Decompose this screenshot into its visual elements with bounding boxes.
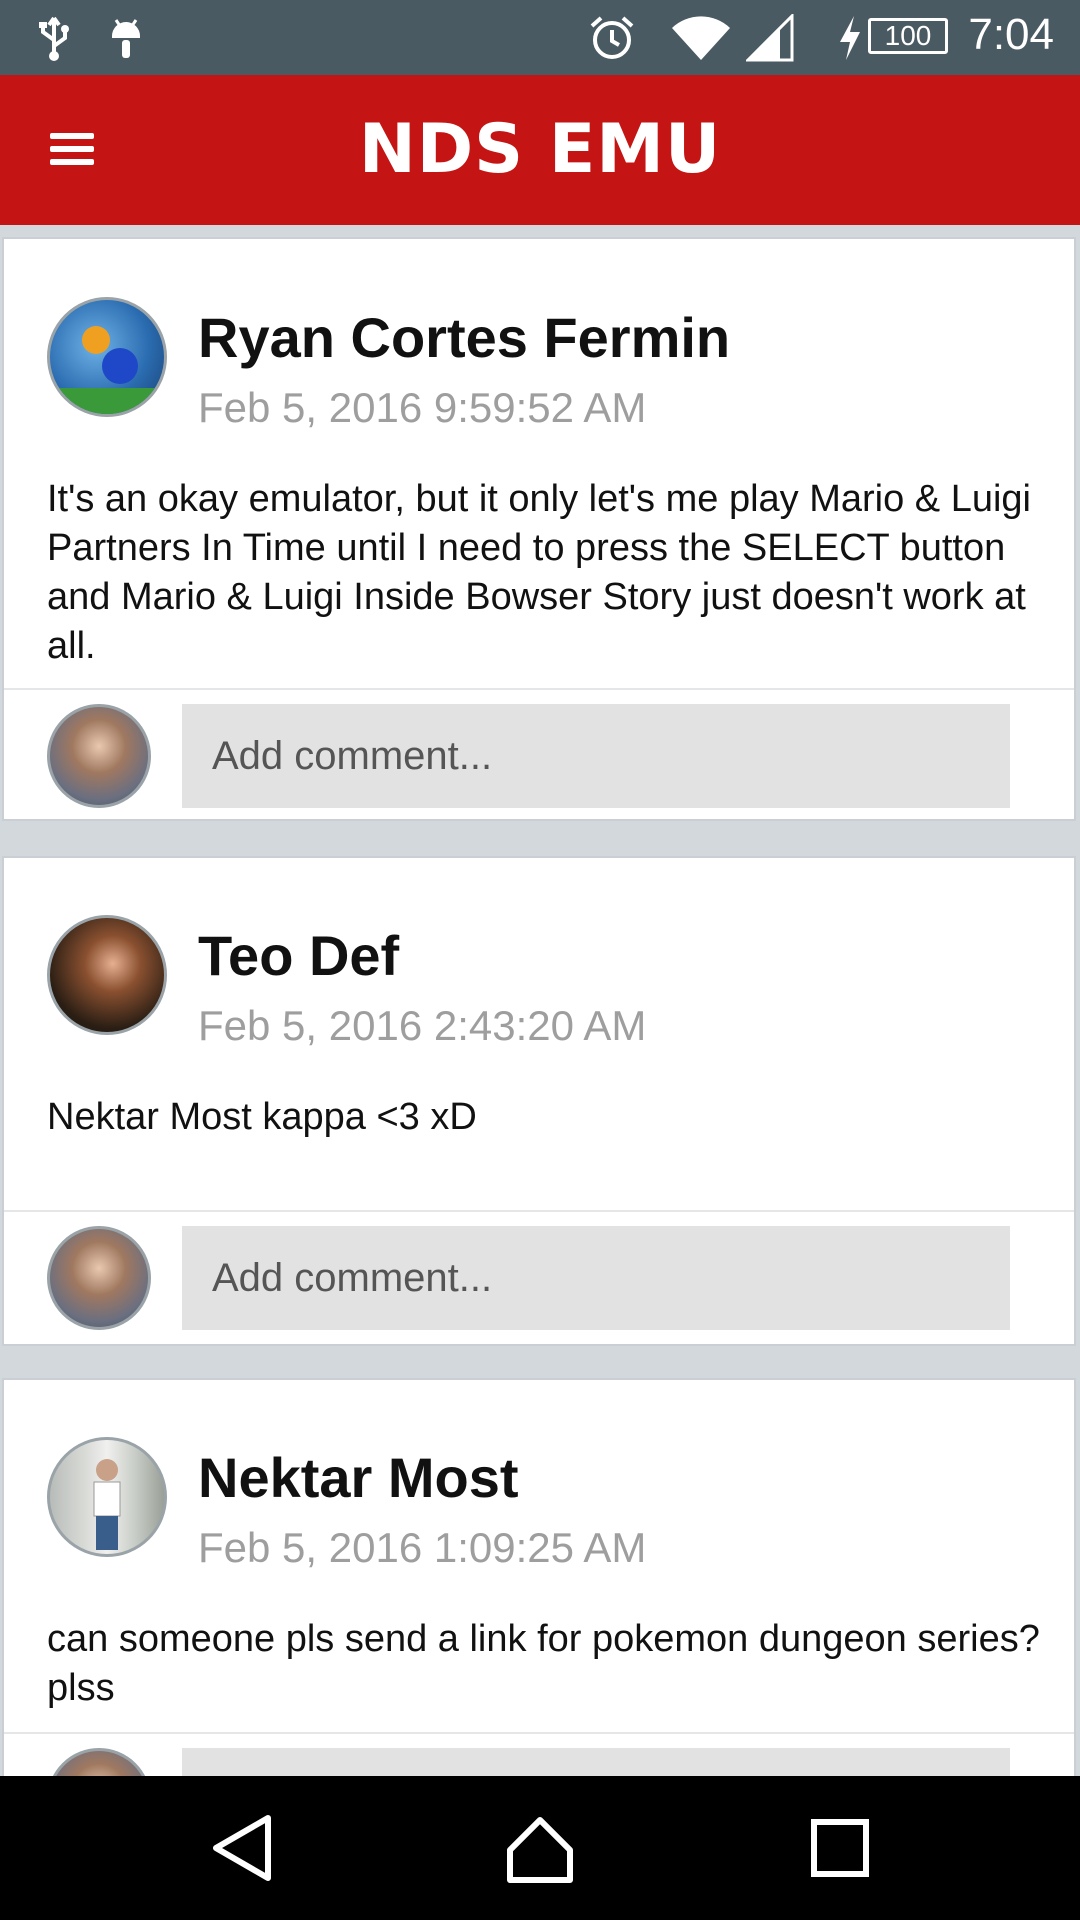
user-avatar	[47, 704, 151, 808]
avatar[interactable]	[47, 915, 167, 1035]
review-card: Teo Def Feb 5, 2016 2:43:20 AM Nektar Mo…	[2, 856, 1076, 1346]
navigation-bar	[0, 1776, 1080, 1920]
android-icon	[112, 19, 140, 58]
usb-icon	[39, 16, 69, 61]
review-text: It's an okay emulator, but it only let's…	[47, 478, 1031, 667]
review-text: Nektar Most kappa <3 xD	[47, 1096, 477, 1138]
app-title: NDS EMU	[358, 110, 722, 189]
review-card: Ryan Cortes Fermin Feb 5, 2016 9:59:52 A…	[2, 237, 1076, 821]
battery-icon: 100	[868, 18, 948, 54]
comment-row: Add comment...	[4, 688, 1074, 821]
back-icon[interactable]	[202, 1808, 282, 1888]
review-date: Feb 5, 2016 1:09:25 AM	[198, 1524, 647, 1571]
review-date: Feb 5, 2016 2:43:20 AM	[198, 1002, 647, 1049]
review-author: Teo Def	[198, 924, 400, 987]
app-bar: NDS EMU	[0, 75, 1080, 225]
alarm-icon	[590, 16, 634, 59]
review-date: Feb 5, 2016 9:59:52 AM	[198, 384, 647, 431]
add-comment-input[interactable]: Add comment...	[182, 704, 1010, 808]
screen: 100 7:04 NDS EMU Ryan Cortes Fermin Feb …	[0, 0, 1080, 1920]
user-avatar	[47, 1226, 151, 1330]
avatar[interactable]	[47, 1437, 167, 1557]
review-author: Ryan Cortes Fermin	[198, 306, 731, 369]
status-bar: 100 7:04	[0, 0, 1080, 75]
avatar-image	[93, 1459, 121, 1550]
clock: 7:04	[968, 10, 1054, 59]
review-author: Nektar Most	[198, 1446, 519, 1509]
recents-icon[interactable]	[800, 1808, 880, 1888]
charging-icon	[840, 16, 860, 60]
review-text: can someone pls send a link for pokemon …	[47, 1618, 1040, 1709]
signal-icon	[746, 14, 794, 62]
add-comment-input[interactable]: Add comment...	[182, 1226, 1010, 1330]
wifi-icon	[672, 16, 730, 60]
home-icon[interactable]	[500, 1808, 580, 1888]
avatar[interactable]	[47, 297, 167, 417]
avatar-image	[50, 326, 164, 414]
comment-row: Add comment...	[4, 1210, 1074, 1344]
